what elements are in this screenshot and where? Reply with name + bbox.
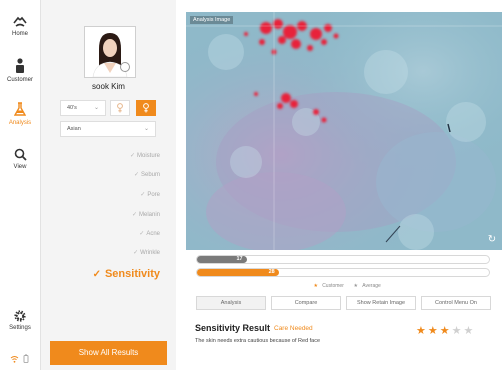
tab-analysis[interactable]: Analysis: [196, 296, 266, 310]
star-filled-icon: ★: [439, 325, 450, 337]
check-icon: ✓: [92, 269, 101, 280]
check-icon: ✓: [133, 172, 139, 178]
check-icon: ✓: [140, 192, 146, 198]
chevron-down-icon: ⌄: [143, 126, 149, 132]
gear-icon: [14, 310, 26, 322]
check-icon: ✓: [129, 153, 135, 159]
check-icon: ✓: [139, 231, 145, 237]
category-label: Pore: [147, 192, 160, 198]
nav-customer-label: Customer: [6, 77, 33, 83]
analysis-image[interactable]: Analysis Image ↻: [186, 12, 502, 250]
customer-score-fill: 17: [197, 256, 247, 263]
category-acne[interactable]: ✓ Acne: [80, 230, 160, 237]
person-icon: [16, 58, 24, 73]
gender-selected-button[interactable]: [136, 100, 156, 116]
image-label: Analysis Image: [190, 16, 234, 24]
nav-analysis[interactable]: Analysis: [0, 102, 40, 126]
age-group-value: 40's: [67, 105, 77, 111]
category-pore[interactable]: ✓ Pore: [80, 191, 160, 198]
left-nav: Home Customer Analysis View Settings: [0, 0, 41, 370]
female-selected-icon: [143, 103, 149, 113]
home-icon: [13, 16, 27, 27]
check-icon: ✓: [133, 250, 139, 256]
legend-customer: Customer: [322, 283, 344, 289]
category-moisture[interactable]: ✓ Moisture: [80, 152, 160, 159]
category-wrinkle[interactable]: ✓ Wrinkle: [80, 249, 160, 256]
wifi-icon: [10, 356, 19, 363]
nav-home[interactable]: Home: [0, 16, 40, 37]
customer-legend-icon: ★: [313, 283, 318, 290]
average-score-value: 28: [268, 269, 275, 275]
race-select[interactable]: Asian ⌄: [60, 121, 156, 137]
customer-score-value: 17: [236, 256, 243, 262]
flask-icon: [14, 102, 26, 116]
category-label: Sensitivity: [104, 268, 160, 280]
battery-icon: [24, 354, 29, 363]
age-group-select[interactable]: 40's ⌄: [60, 100, 106, 116]
nav-customer[interactable]: Customer: [0, 58, 40, 83]
bar-legend: ★ Customer ★ Average: [196, 283, 490, 289]
magnifier-icon: [14, 148, 27, 161]
legend-average: Average: [362, 283, 381, 289]
nav-settings[interactable]: Settings: [0, 310, 40, 331]
result-description: The skin needs extra cautious because of…: [195, 338, 321, 344]
average-score-fill: 28: [197, 269, 279, 276]
average-score-bar: 28: [196, 268, 490, 277]
gender-female-button[interactable]: [110, 100, 130, 116]
star-filled-icon: ★: [427, 325, 438, 337]
race-value: Asian: [67, 126, 81, 132]
avatar-edit-button[interactable]: [120, 62, 130, 72]
tab-control-menu[interactable]: Control Menu On: [421, 296, 491, 310]
result-status: Care Needed: [274, 325, 313, 332]
average-legend-icon: ★: [353, 283, 358, 290]
check-icon: ✓: [131, 212, 137, 218]
category-sensitivity[interactable]: ✓ Sensitivity: [66, 268, 160, 280]
skin-image: [186, 12, 502, 250]
category-melanin[interactable]: ✓ Melanin: [80, 211, 160, 218]
nav-view[interactable]: View: [0, 148, 40, 170]
nav-settings-label: Settings: [9, 325, 31, 331]
status-icons: [10, 350, 29, 368]
category-label: Acne: [146, 231, 160, 237]
nav-analysis-label: Analysis: [8, 120, 32, 126]
star-rating: ★ ★ ★ ★ ★: [416, 321, 475, 339]
nav-home-label: Home: [11, 31, 28, 37]
user-name: sook Kim: [92, 82, 125, 91]
star-empty-icon: ★: [451, 325, 462, 337]
star-empty-icon: ★: [463, 325, 474, 337]
category-label: Melanin: [138, 212, 160, 218]
show-all-results-button[interactable]: Show All Results: [50, 341, 167, 365]
category-sebum[interactable]: ✓ Sebum: [80, 171, 160, 178]
chevron-down-icon: ⌄: [93, 105, 99, 111]
category-label: Wrinkle: [140, 250, 160, 256]
female-icon: [117, 103, 123, 113]
tab-compare[interactable]: Compare: [271, 296, 341, 310]
category-label: Moisture: [136, 153, 160, 159]
nav-view-label: View: [13, 164, 27, 170]
category-label: Sebum: [140, 172, 160, 178]
rotate-icon[interactable]: ↻: [486, 234, 498, 246]
tab-show-retain-image[interactable]: Show Retain Image: [346, 296, 416, 310]
customer-score-bar: 17: [196, 255, 490, 264]
result-title: Sensitivity Result: [195, 323, 271, 333]
star-filled-icon: ★: [416, 325, 426, 337]
